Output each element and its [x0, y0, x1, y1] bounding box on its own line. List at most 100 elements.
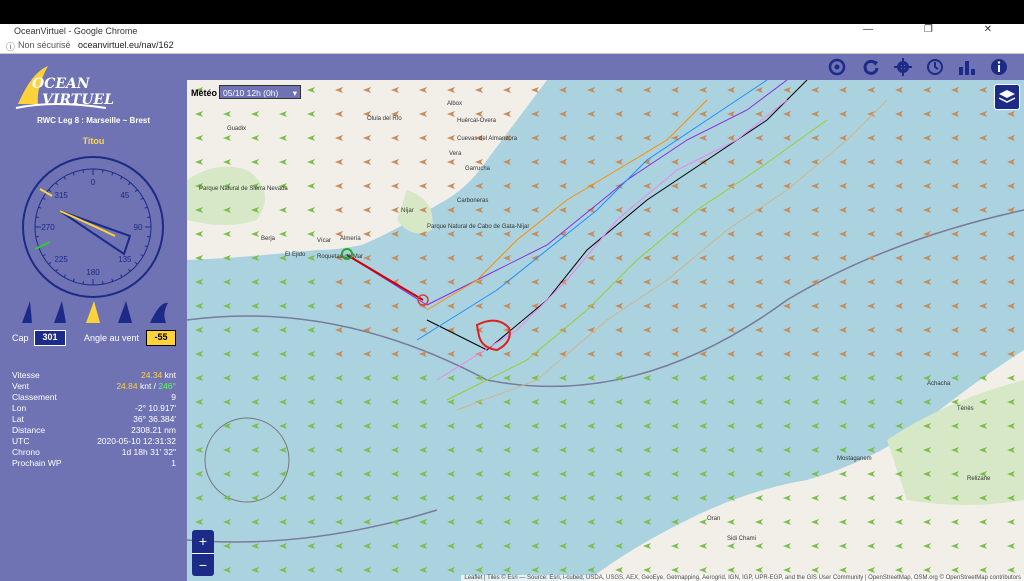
wind-arrow-icon [195, 495, 203, 501]
wind-arrow-icon [251, 279, 259, 285]
stat-row: Vent 24.84 knt / 246° [12, 381, 176, 391]
wind-arrow-icon [615, 207, 623, 213]
wind-arrow-icon [531, 279, 539, 285]
wind-arrow-icon [839, 423, 847, 429]
wind-arrow-icon [699, 87, 707, 93]
wind-arrow-icon [811, 471, 819, 477]
wind-arrow-icon [615, 495, 623, 501]
wind-arrow-icon [783, 471, 791, 477]
wind-arrow-icon [251, 567, 259, 573]
svg-text:Mostaganem: Mostaganem [837, 456, 872, 462]
wind-arrow-icon [979, 231, 987, 237]
url-text[interactable]: oceanvirtuel.eu/nav/162 [78, 40, 174, 50]
wind-arrow-icon [699, 231, 707, 237]
wind-arrow-icon [923, 399, 931, 405]
wind-arrow-icon [559, 399, 567, 405]
wind-arrow-icon [811, 111, 819, 117]
wind-arrow-icon [867, 327, 875, 333]
wind-angle-input[interactable]: -55 [146, 330, 176, 346]
wind-arrow-icon [727, 495, 735, 501]
wind-arrow-icon [559, 543, 567, 549]
wind-arrow-icon [307, 375, 315, 381]
map-canvas[interactable]: Almería Roquetas de Mar Níjar Berja Víca… [187, 80, 1024, 581]
wind-arrow-icon [279, 447, 287, 453]
wind-arrow-icon [195, 327, 203, 333]
wind-arrow-icon [643, 519, 651, 525]
wind-arrow-icon [671, 375, 679, 381]
wind-arrow-icon [895, 303, 903, 309]
wind-arrow-icon [335, 399, 343, 405]
wind-arrow-icon [279, 375, 287, 381]
wind-arrow-icon [615, 423, 623, 429]
map-attribution[interactable]: Leaflet | Tiles © Esri — Source: Esri, i… [461, 575, 1024, 581]
wind-arrow-icon [475, 303, 483, 309]
window-controls[interactable]: — ❐ ✕ [863, 24, 1016, 35]
wind-arrow-icon [279, 279, 287, 285]
wind-arrow-icon [839, 255, 847, 261]
cap-input[interactable]: 301 [34, 330, 66, 346]
center-icon[interactable] [828, 58, 846, 76]
wind-arrow-icon [783, 207, 791, 213]
stat-row: Chrono 1d 18h 31' 32" [12, 447, 176, 457]
wind-arrow-icon [531, 471, 539, 477]
address-bar[interactable]: ⓘ Non sécurisé oceanvirtuel.eu/nav/162 [0, 38, 1024, 54]
wind-arrow-icon [671, 495, 679, 501]
wind-arrow-icon [615, 447, 623, 453]
wind-arrow-icon [223, 471, 231, 477]
wind-arrow-icon [503, 543, 511, 549]
wind-arrow-icon [643, 351, 651, 357]
wind-arrow-icon [475, 447, 483, 453]
wind-arrow-icon [727, 447, 735, 453]
wind-arrow-icon [587, 495, 595, 501]
wind-arrow-icon [419, 279, 427, 285]
wind-arrow-icon [503, 231, 511, 237]
boat-shape-icon [59, 210, 132, 256]
wind-arrow-icon [531, 231, 539, 237]
settings-icon[interactable] [894, 58, 912, 76]
clock-icon[interactable] [926, 58, 944, 76]
wind-arrow-icon [559, 111, 567, 117]
layers-button[interactable] [994, 84, 1020, 110]
wind-arrow-icon [867, 87, 875, 93]
wind-arrow-icon [755, 135, 763, 141]
wind-arrow-icon [643, 111, 651, 117]
wind-arrow-icon [559, 159, 567, 165]
heading-row: Cap 301 Angle au vent -55 [12, 330, 177, 346]
window-title: OceanVirtuel - Google Chrome [14, 26, 138, 36]
wind-arrow-icon [951, 135, 959, 141]
wind-arrow-icon [531, 447, 539, 453]
wind-arrow-icon [475, 255, 483, 261]
info-icon[interactable] [990, 58, 1008, 76]
wind-arrow-icon [951, 351, 959, 357]
wind-arrow-icon [559, 87, 567, 93]
wind-arrow-icon [671, 159, 679, 165]
sail-genoa-icon [54, 301, 66, 323]
logo-text-1: OCEAN [32, 76, 90, 92]
wind-arrow-icon [195, 519, 203, 525]
wind-arrow-icon [643, 135, 651, 141]
wind-arrow-icon [335, 471, 343, 477]
wind-arrow-icon [811, 303, 819, 309]
wind-arrow-icon [755, 471, 763, 477]
wind-arrow-icon [391, 495, 399, 501]
meteo-select[interactable]: 05/10 12h (0h) ▾ [219, 85, 301, 99]
zoom-out-button[interactable]: − [192, 554, 214, 577]
refresh-icon[interactable] [862, 58, 880, 76]
wind-arrow-icon [531, 423, 539, 429]
sail-selector[interactable] [20, 299, 170, 325]
ranking-icon[interactable] [958, 58, 976, 76]
wind-arrow-icon [979, 351, 987, 357]
info-circle-icon[interactable]: ⓘ [6, 40, 15, 53]
wind-arrow-icon [279, 519, 287, 525]
wind-arrow-icon [951, 327, 959, 333]
wind-arrow-icon [279, 351, 287, 357]
wind-arrow-icon [783, 111, 791, 117]
wind-arrow-icon [223, 375, 231, 381]
wind-arrow-icon [643, 495, 651, 501]
wind-arrow-icon [1007, 351, 1015, 357]
wind-arrow-icon [643, 231, 651, 237]
wind-arrow-icon [783, 135, 791, 141]
zoom-in-button[interactable]: + [192, 530, 214, 554]
map[interactable]: Almería Roquetas de Mar Níjar Berja Víca… [187, 80, 1024, 581]
wind-arrow-icon [979, 303, 987, 309]
